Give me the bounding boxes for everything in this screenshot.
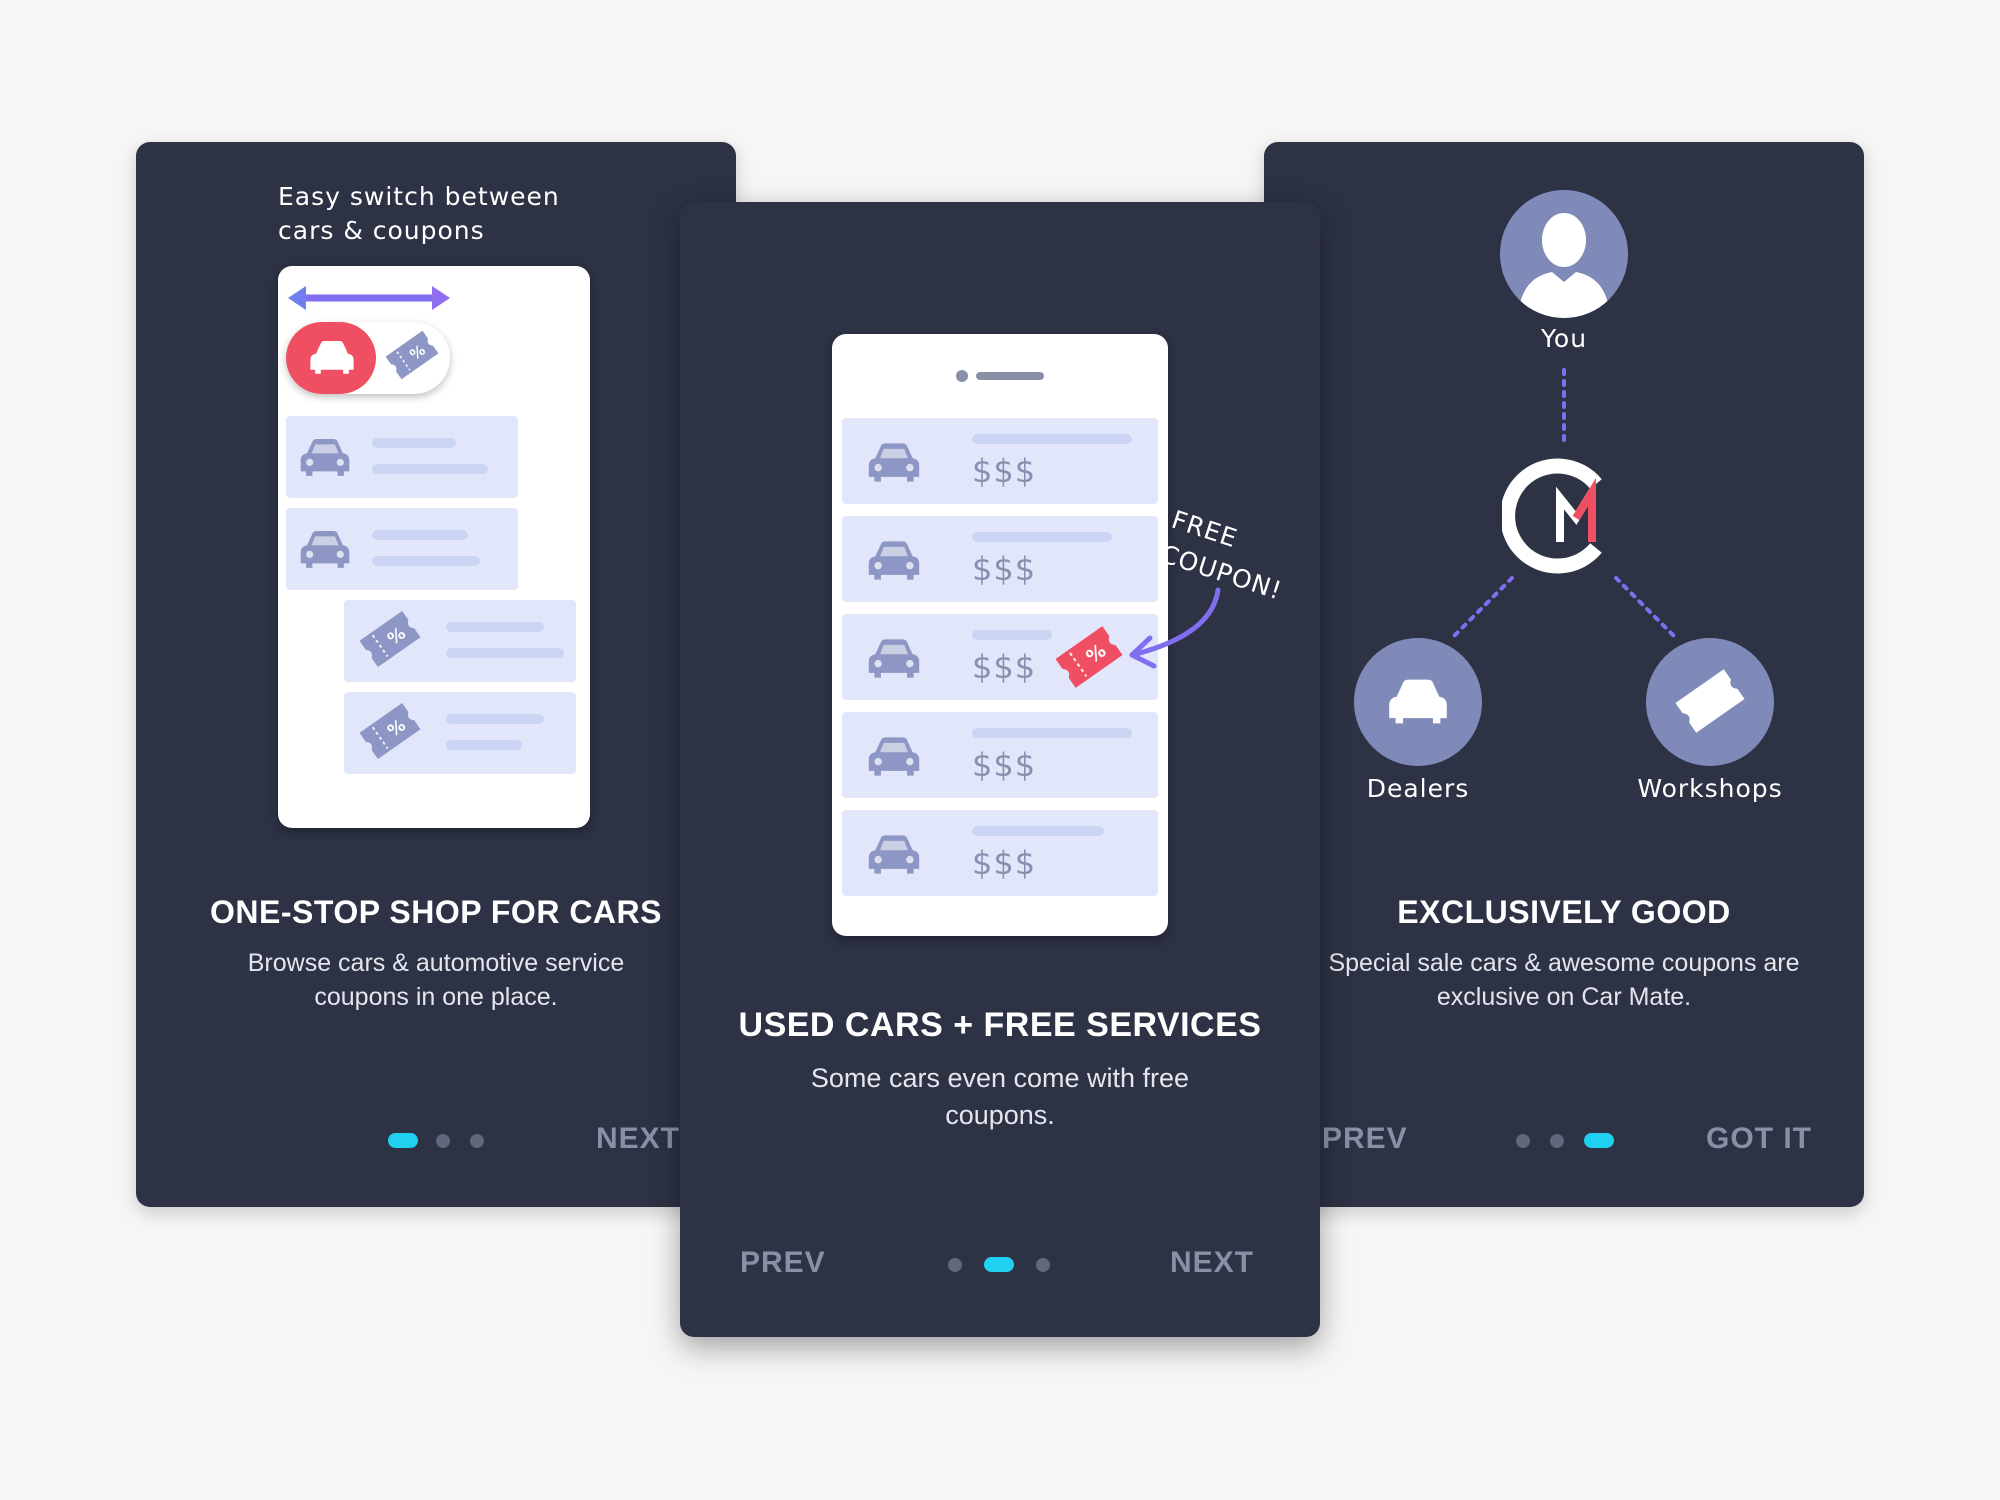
car-icon: [1386, 676, 1450, 726]
page-title: USED CARS + FREE SERVICES: [738, 1006, 1262, 1044]
pagination-dot[interactable]: [436, 1134, 450, 1148]
car-icon: [308, 338, 356, 376]
list-item[interactable]: [286, 508, 518, 590]
pagination-dot-active[interactable]: [388, 1133, 418, 1148]
price-label: $$$: [972, 648, 1037, 686]
page-title: ONE-STOP SHOP FOR CARS: [210, 894, 662, 930]
car-icon: [866, 734, 922, 778]
pagination-dot[interactable]: [948, 1258, 962, 1272]
coupon-icon: [380, 325, 444, 386]
prev-button[interactable]: PREV: [740, 1246, 826, 1280]
got-it-button[interactable]: GOT IT: [1706, 1122, 1812, 1156]
car-icon: [866, 440, 922, 484]
phone-mockup: [278, 266, 590, 828]
car-mate-logo: [1502, 458, 1602, 574]
pagination-dot[interactable]: [1550, 1134, 1564, 1148]
car-icon: [298, 528, 352, 570]
list-item[interactable]: $$$: [842, 810, 1158, 896]
price-label: $$$: [972, 844, 1037, 882]
phone-mockup: $$$ $$$ $$$ $$$ $$$: [832, 334, 1168, 936]
car-icon: [298, 436, 352, 478]
next-button[interactable]: NEXT: [596, 1122, 680, 1156]
toggle-cars-option[interactable]: [286, 322, 376, 394]
list-item[interactable]: [344, 692, 576, 774]
double-arrow-icon: [288, 286, 450, 310]
coupon-icon: [1669, 663, 1751, 740]
coupon-icon: [1049, 619, 1129, 695]
car-icon: [866, 636, 922, 680]
onboarding-card-used-cars: $$$ $$$ $$$ $$$ $$$ FREE COUPON! USED CA…: [680, 202, 1320, 1337]
car-icon: [866, 538, 922, 582]
dealers-label: Dealers: [1366, 774, 1470, 803]
curved-arrow-icon: [1129, 587, 1221, 669]
onboarding-card-exclusively-good: You Dealers Workshops EXCLUSIVELY GOOD S…: [1264, 142, 1864, 1207]
pagination-dot[interactable]: [1036, 1258, 1050, 1272]
easy-switch-note: Easy switch between cars & coupons: [278, 182, 560, 245]
workshops-label: Workshops: [1637, 774, 1783, 803]
page-description: Browse cars & automotive service coupons…: [247, 949, 625, 1011]
list-item[interactable]: [344, 600, 576, 682]
onboarding-card-one-stop-shop: Easy switch between cars & coupons ONE-S…: [136, 142, 736, 1207]
connection-lines: [1452, 368, 1676, 638]
prev-button[interactable]: PREV: [1322, 1122, 1408, 1156]
dealers-circle: [1354, 638, 1482, 766]
car-coupon-toggle[interactable]: [286, 322, 450, 394]
car-icon: [866, 832, 922, 876]
page-description: Some cars even come with free coupons.: [810, 1063, 1190, 1130]
workshops-circle: [1646, 638, 1774, 766]
next-button[interactable]: NEXT: [1170, 1246, 1254, 1280]
pagination-dot-active[interactable]: [984, 1257, 1014, 1272]
phone-camera: [956, 370, 968, 382]
page-description: Special sale cars & awesome coupons are …: [1328, 949, 1800, 1011]
phone-speaker: [976, 372, 1044, 380]
pagination-dot[interactable]: [470, 1134, 484, 1148]
pagination-dot[interactable]: [1516, 1134, 1530, 1148]
list-item[interactable]: [286, 416, 518, 498]
page-title: EXCLUSIVELY GOOD: [1397, 894, 1731, 930]
coupon-icon: [353, 605, 426, 674]
pagination-dot-active[interactable]: [1584, 1133, 1614, 1148]
price-label: $$$: [972, 452, 1037, 490]
coupon-icon: [353, 697, 426, 766]
list-item[interactable]: $$$: [842, 614, 1158, 700]
list-item[interactable]: $$$: [842, 516, 1158, 602]
price-label: $$$: [972, 746, 1037, 784]
price-label: $$$: [972, 550, 1037, 588]
list-item[interactable]: $$$: [842, 418, 1158, 504]
list-item[interactable]: $$$: [842, 712, 1158, 798]
